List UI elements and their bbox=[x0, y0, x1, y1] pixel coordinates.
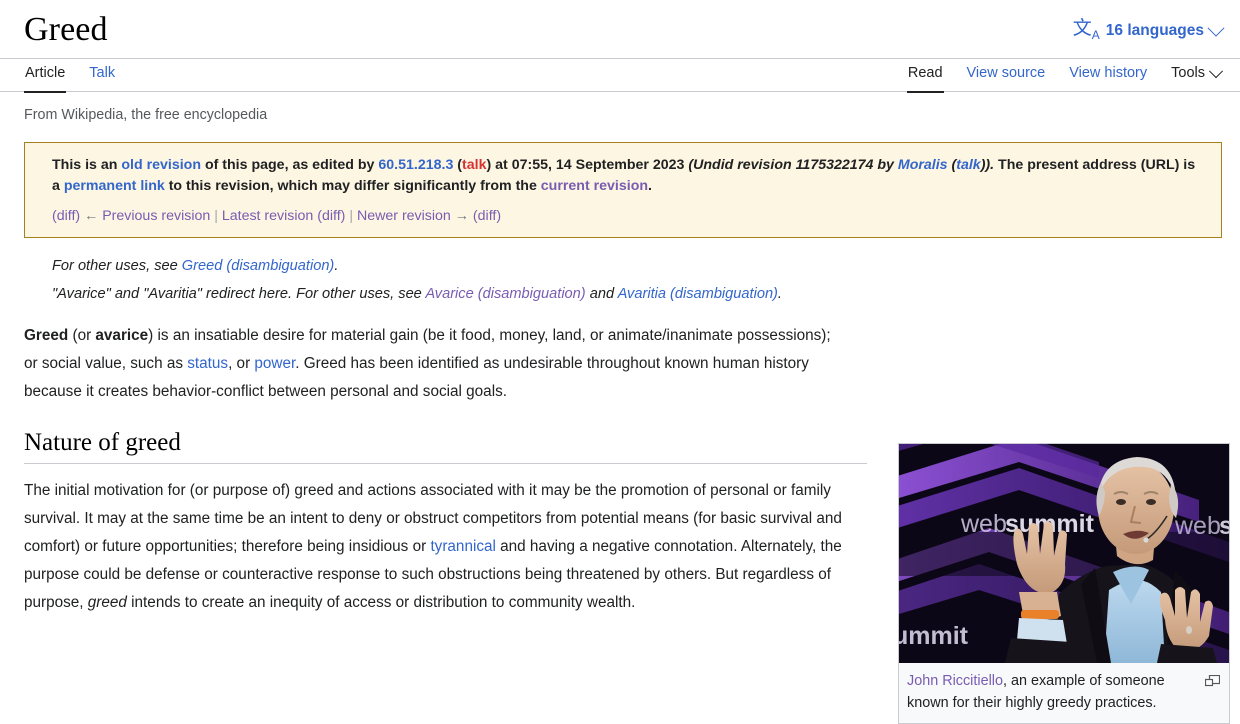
newer-revision-link[interactable]: Newer revision bbox=[357, 208, 451, 224]
hatnote-1-post: . bbox=[334, 258, 339, 274]
svg-text:su: su bbox=[1219, 512, 1229, 540]
tab-talk[interactable]: Talk bbox=[88, 59, 116, 93]
editor-ip-link[interactable]: 60.51.218.3 bbox=[378, 157, 453, 173]
arrow-next-icon: → bbox=[454, 208, 469, 224]
status-link[interactable]: status bbox=[187, 355, 228, 372]
moralis-talk-link[interactable]: talk bbox=[956, 157, 980, 173]
lead-paragraph: Greed (or avarice) is an insatiable desi… bbox=[24, 322, 848, 406]
previous-revision-link[interactable]: Previous revision bbox=[102, 208, 210, 224]
editor-talk-link[interactable]: talk bbox=[462, 157, 486, 173]
nav-separator-2: | bbox=[349, 208, 354, 224]
old-revision-banner: This is an old revision of this page, as… bbox=[24, 142, 1222, 238]
hatnote-2-pre: "Avarice" and "Avaritia" redirect here. … bbox=[52, 286, 426, 302]
hatnote-2-post: . bbox=[777, 286, 782, 302]
tab-read[interactable]: Read bbox=[906, 59, 944, 93]
wikipedia-article-page: Greed 文A 16 languages Article Talk Read … bbox=[0, 0, 1240, 724]
title-row: Greed 文A 16 languages bbox=[0, 0, 1240, 59]
banner-undid-text: (Undid revision 1175322174 by bbox=[684, 157, 898, 173]
section-heading-nature-of-greed: Nature of greed bbox=[24, 428, 867, 464]
banner-text-3: ( bbox=[453, 157, 463, 173]
current-revision-link[interactable]: current revision bbox=[541, 178, 648, 194]
avarice-disambiguation-link[interactable]: Avarice (disambiguation) bbox=[425, 286, 585, 302]
hatnotes: For other uses, see Greed (disambiguatio… bbox=[24, 252, 1222, 308]
diff-link-2[interactable]: (diff) bbox=[317, 208, 345, 224]
avaritia-disambiguation-link[interactable]: Avaritia (disambiguation) bbox=[618, 286, 778, 302]
language-selector-label: 16 languages bbox=[1105, 22, 1204, 40]
nav-separator-1: | bbox=[214, 208, 218, 224]
arrow-prev-icon: ← bbox=[84, 208, 99, 224]
greed-disambiguation-link[interactable]: Greed (disambiguation) bbox=[182, 258, 335, 274]
section-text-c: intends to create an inequity of access … bbox=[126, 594, 636, 611]
view-tabs: Read View source View history Tools bbox=[906, 59, 1224, 93]
revision-nav-links: (diff) ← Previous revision | Latest revi… bbox=[52, 206, 1205, 226]
namespace-tabs: Article Talk bbox=[24, 59, 116, 93]
section-paragraph: The initial motivation for (or purpose o… bbox=[24, 477, 848, 617]
language-icon: 文A bbox=[1072, 18, 1100, 42]
tab-bar: Article Talk Read View source View histo… bbox=[0, 59, 1240, 93]
page-title: Greed bbox=[24, 11, 108, 48]
banner-text-1: This is an bbox=[52, 157, 122, 173]
old-revision-link[interactable]: old revision bbox=[121, 157, 201, 173]
lead-bold-greed: Greed bbox=[24, 327, 69, 344]
hatnote-1: For other uses, see Greed (disambiguatio… bbox=[52, 252, 1222, 280]
article-content: From Wikipedia, the free encyclopedia Th… bbox=[0, 105, 1240, 724]
tools-label: Tools bbox=[1171, 65, 1205, 81]
banner-text-6: to this revision, which may differ signi… bbox=[164, 178, 541, 194]
permanent-link[interactable]: permanent link bbox=[64, 178, 165, 194]
lead-text-1: (or bbox=[68, 327, 96, 344]
tab-view-source[interactable]: View source bbox=[966, 59, 1047, 93]
enlarge-icon[interactable] bbox=[1204, 673, 1221, 687]
tools-menu-button[interactable]: Tools bbox=[1170, 59, 1224, 93]
banner-undid-text-2: ( bbox=[947, 157, 957, 173]
diff-link-1[interactable]: (diff) bbox=[52, 208, 80, 224]
chevron-down-icon bbox=[1207, 19, 1225, 37]
john-riccitiello-link[interactable]: John Riccitiello bbox=[907, 673, 1003, 689]
svg-text:web: web bbox=[960, 510, 1007, 538]
section-italic-greed: greed bbox=[87, 594, 127, 611]
banner-text-7: . bbox=[648, 178, 652, 194]
latest-revision-link[interactable]: Latest revision bbox=[222, 208, 313, 224]
hatnote-2: "Avarice" and "Avaritia" redirect here. … bbox=[52, 280, 1222, 308]
image-thumbnail: web summit web su ummit bbox=[898, 443, 1230, 724]
svg-text:web: web bbox=[1174, 512, 1221, 540]
chevron-down-icon bbox=[1208, 63, 1224, 78]
banner-text-4: ) at bbox=[486, 157, 512, 173]
tab-article[interactable]: Article bbox=[24, 59, 67, 93]
banner-text-2: of this page, as edited by bbox=[201, 157, 379, 173]
power-link[interactable]: power bbox=[254, 355, 295, 372]
hatnote-1-pre: For other uses, see bbox=[52, 258, 182, 274]
diff-link-3[interactable]: (diff) bbox=[473, 208, 501, 224]
revision-timestamp: 07:55, 14 September 2023 bbox=[511, 157, 685, 173]
thumbnail-image[interactable]: web summit web su ummit bbox=[899, 444, 1229, 663]
hatnote-2-mid: and bbox=[585, 286, 618, 302]
language-selector-button[interactable]: 文A 16 languages bbox=[1072, 18, 1225, 50]
site-subtitle: From Wikipedia, the free encyclopedia bbox=[24, 107, 268, 123]
lead-bold-avarice: avarice bbox=[95, 327, 149, 344]
revision-banner-text: This is an old revision of this page, as… bbox=[52, 155, 1205, 197]
thumbnail-caption: John Riccitiello, an example of someone … bbox=[899, 663, 1229, 723]
tyrannical-link[interactable]: tyrannical bbox=[430, 538, 495, 555]
banner-undid-text-3: )). bbox=[980, 157, 999, 173]
moralis-link[interactable]: Moralis bbox=[898, 157, 948, 173]
svg-text:ummit: ummit bbox=[899, 622, 969, 650]
tab-view-history[interactable]: View history bbox=[1068, 59, 1148, 93]
lead-text-3: , or bbox=[228, 355, 255, 372]
